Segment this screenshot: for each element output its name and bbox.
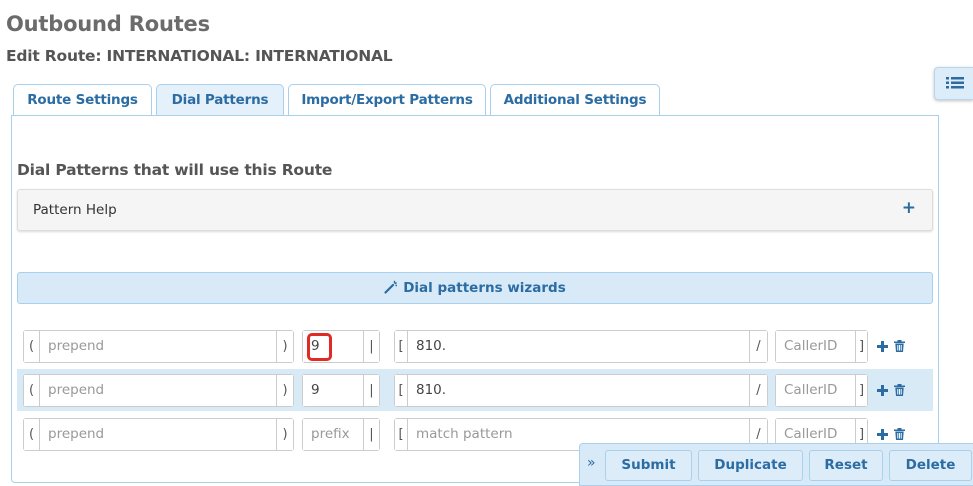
prefix-separator: | <box>364 419 379 450</box>
page-subtitle: Edit Route: INTERNATIONAL: INTERNATIONAL <box>6 47 393 65</box>
prepend-group: ( prepend ) <box>23 330 294 363</box>
expand-plus-icon[interactable]: + <box>902 198 916 218</box>
trash-icon[interactable] <box>894 340 906 352</box>
prefix-separator: | <box>364 331 379 362</box>
prepend-open-paren: ( <box>24 419 39 450</box>
list-icon <box>946 77 964 89</box>
pattern-help-collapsible[interactable]: Pattern Help + <box>17 189 933 231</box>
prepend-input[interactable]: prepend <box>39 331 277 362</box>
plus-icon[interactable] <box>877 429 888 440</box>
prepend-group: ( prepend ) <box>23 374 294 407</box>
prefix-group: prefix | <box>302 418 380 451</box>
tab-dial-patterns[interactable]: Dial Patterns <box>156 84 284 116</box>
prefix-input[interactable]: 9 <box>303 375 364 406</box>
pattern-help-label: Pattern Help <box>33 202 117 218</box>
action-bar: » Submit Duplicate Reset Delete <box>579 443 973 486</box>
reset-button[interactable]: Reset <box>809 450 883 481</box>
dial-patterns-wizard-button[interactable]: Dial patterns wizards <box>17 272 933 304</box>
prepend-close-paren: ) <box>277 331 293 362</box>
callerid-input[interactable]: CallerID <box>776 375 856 406</box>
collapse-chevron-icon[interactable]: » <box>587 455 596 471</box>
dial-pattern-row: ( prepend ) 9 | [ 810. / CallerID ] <box>17 325 933 367</box>
callerid-group: CallerID ] <box>775 374 868 407</box>
callerid-input[interactable]: CallerID <box>776 331 856 362</box>
callerid-close-bracket: ] <box>856 331 867 362</box>
prepend-open-paren: ( <box>24 375 39 406</box>
callerid-group: CallerID ] <box>775 330 868 363</box>
row-actions <box>877 381 906 400</box>
tab-import-export-patterns[interactable]: Import/Export Patterns <box>288 84 486 116</box>
match-open-bracket: [ <box>395 419 407 450</box>
trash-icon[interactable] <box>894 428 906 440</box>
prefix-separator: | <box>364 375 379 406</box>
match-pattern-group: [ 810. / <box>394 330 768 363</box>
duplicate-button[interactable]: Duplicate <box>698 450 803 481</box>
delete-button[interactable]: Delete <box>889 450 972 481</box>
match-slash: / <box>750 331 767 362</box>
submit-button[interactable]: Submit <box>605 450 692 481</box>
prepend-close-paren: ) <box>277 419 293 450</box>
wizard-label: Dial patterns wizards <box>403 280 566 296</box>
match-open-bracket: [ <box>395 375 407 406</box>
side-nav-toggle-button[interactable] <box>934 67 973 100</box>
plus-icon[interactable] <box>877 341 888 352</box>
row-actions <box>877 425 906 444</box>
prefix-input[interactable]: 9 <box>303 331 364 362</box>
section-title: Dial Patterns that will use this Route <box>17 161 333 179</box>
prefix-group: 9 | <box>302 374 380 407</box>
plus-icon[interactable] <box>877 385 888 396</box>
match-open-bracket: [ <box>395 331 407 362</box>
tab-additional-settings[interactable]: Additional Settings <box>490 84 660 116</box>
prefix-group: 9 | <box>302 330 380 363</box>
match-slash: / <box>750 375 767 406</box>
dial-pattern-row: ( prepend ) 9 | [ 810. / CallerID ] <box>17 369 933 411</box>
magic-wand-icon <box>384 280 398 294</box>
prepend-group: ( prepend ) <box>23 418 294 451</box>
row-actions <box>877 337 906 356</box>
tab-route-settings[interactable]: Route Settings <box>13 84 152 116</box>
match-pattern-input[interactable]: 810. <box>407 331 750 362</box>
match-pattern-group: [ 810. / <box>394 374 768 407</box>
prefix-input[interactable]: prefix <box>303 419 364 450</box>
page-title: Outbound Routes <box>6 12 210 36</box>
callerid-close-bracket: ] <box>856 375 867 406</box>
prepend-close-paren: ) <box>277 375 293 406</box>
prepend-input[interactable]: prepend <box>39 419 277 450</box>
trash-icon[interactable] <box>894 384 906 396</box>
match-pattern-input[interactable]: 810. <box>407 375 750 406</box>
prepend-input[interactable]: prepend <box>39 375 277 406</box>
prepend-open-paren: ( <box>24 331 39 362</box>
